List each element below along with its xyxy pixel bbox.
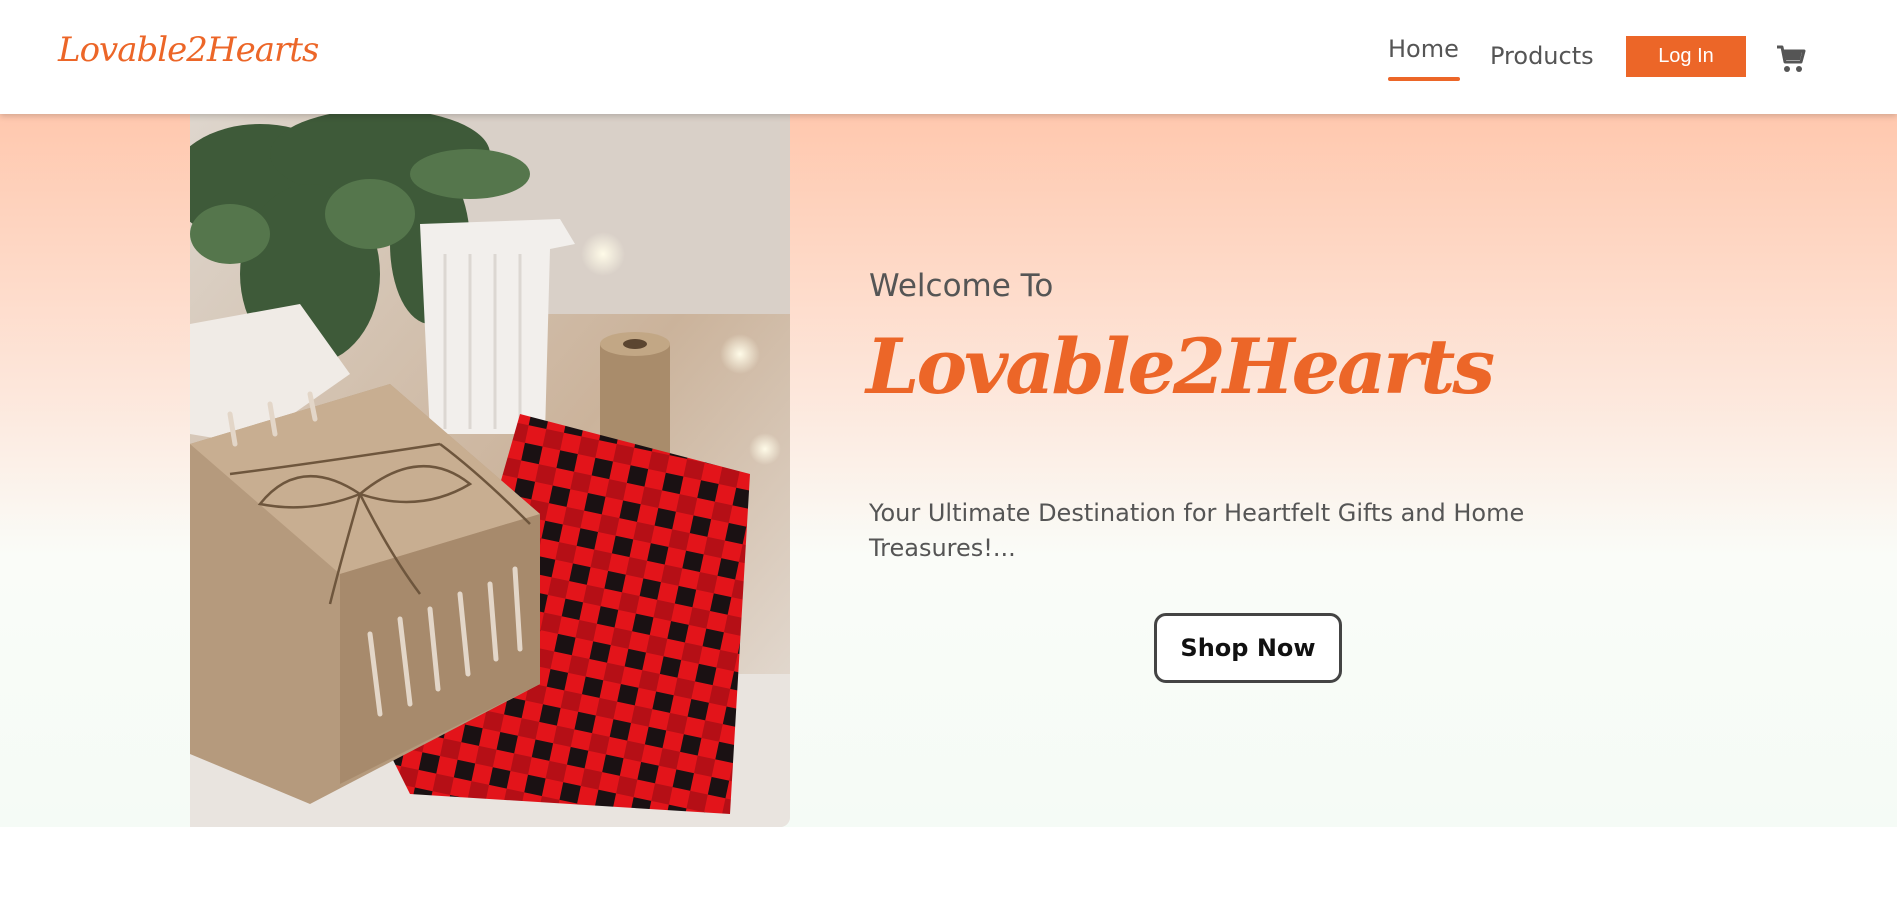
hero-tagline: Your Ultimate Destination for Heartfelt … bbox=[869, 499, 1525, 562]
hero-brand-title: Lovable2Hearts bbox=[866, 322, 1495, 411]
active-nav-indicator bbox=[1388, 77, 1460, 81]
welcome-text: Welcome To bbox=[869, 268, 1054, 304]
hero-image bbox=[190, 114, 790, 827]
site-logo[interactable]: Lovable2Hearts bbox=[58, 30, 319, 70]
login-button[interactable]: Log In bbox=[1626, 36, 1746, 77]
top-navbar: Lovable2Hearts Home Products Log In bbox=[0, 0, 1897, 114]
shopping-cart-icon[interactable] bbox=[1775, 44, 1807, 74]
nav-products-link[interactable]: Products bbox=[1490, 42, 1594, 70]
nav-home-link[interactable]: Home bbox=[1388, 35, 1459, 63]
shop-now-button[interactable]: Shop Now bbox=[1154, 613, 1342, 683]
